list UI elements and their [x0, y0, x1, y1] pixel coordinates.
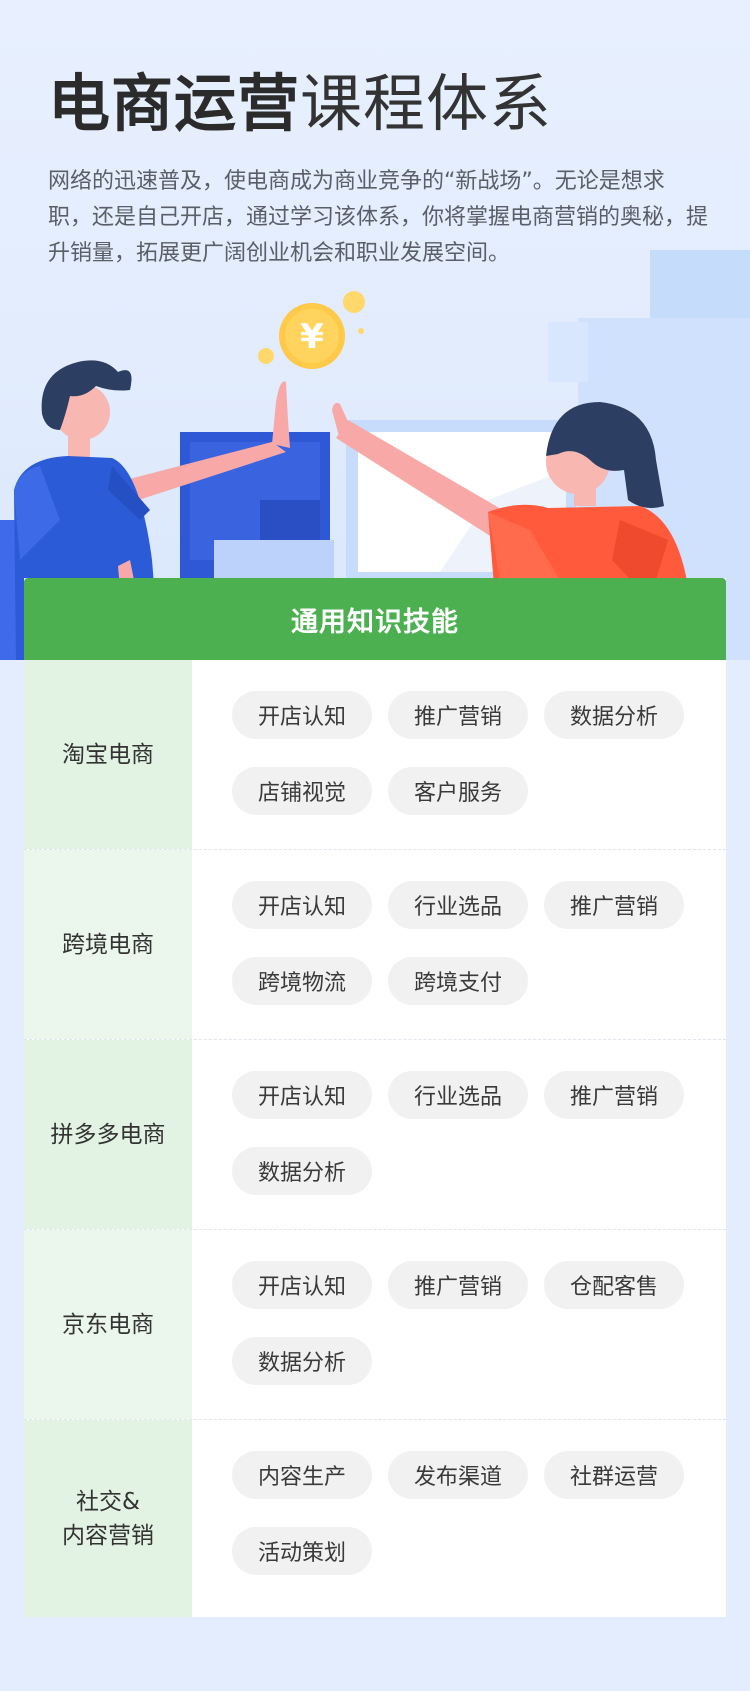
skill-tag[interactable]: 推广营销 [388, 691, 528, 739]
row-tags: 内容生产 发布渠道 社群运营 活动策划 [192, 1420, 726, 1617]
skill-tag[interactable]: 发布渠道 [388, 1451, 528, 1499]
skill-tag[interactable]: 数据分析 [232, 1147, 372, 1195]
card-header: 通用知识技能 [24, 578, 726, 660]
skill-tag[interactable]: 推广营销 [544, 881, 684, 929]
skill-tag[interactable]: 开店认知 [232, 691, 372, 739]
skill-tag[interactable]: 推广营销 [388, 1261, 528, 1309]
row-tags: 开店认知 行业选品 推广营销 数据分析 [192, 1040, 726, 1229]
row-label: 拼多多电商 [24, 1040, 192, 1229]
row-label: 跨境电商 [24, 850, 192, 1039]
skill-tag[interactable]: 数据分析 [232, 1337, 372, 1385]
skill-tag[interactable]: 跨境支付 [388, 957, 528, 1005]
course-row: 社交& 内容营销 内容生产 发布渠道 社群运营 活动策划 [24, 1420, 726, 1617]
curriculum-card: 通用知识技能 淘宝电商 开店认知 推广营销 数据分析 店铺视觉 客户服务 跨境电… [24, 578, 726, 1617]
course-row: 淘宝电商 开店认知 推广营销 数据分析 店铺视觉 客户服务 [24, 660, 726, 850]
page-title: 电商运营课程体系 [48, 66, 552, 142]
skill-tag[interactable]: 内容生产 [232, 1451, 372, 1499]
skill-tag[interactable]: 数据分析 [544, 691, 684, 739]
skill-tag[interactable]: 客户服务 [388, 767, 528, 815]
skill-tag[interactable]: 店铺视觉 [232, 767, 372, 815]
course-row: 跨境电商 开店认知 行业选品 推广营销 跨境物流 跨境支付 [24, 850, 726, 1040]
skill-tag[interactable]: 仓配客售 [544, 1261, 684, 1309]
course-row: 拼多多电商 开店认知 行业选品 推广营销 数据分析 [24, 1040, 726, 1230]
skill-tag[interactable]: 行业选品 [388, 1071, 528, 1119]
row-label: 社交& 内容营销 [24, 1420, 192, 1617]
skill-tag[interactable]: 开店认知 [232, 1071, 372, 1119]
coin-symbol: ¥ [300, 317, 324, 357]
skill-tag[interactable]: 开店认知 [232, 1261, 372, 1309]
skill-tag[interactable]: 社群运营 [544, 1451, 684, 1499]
row-tags: 开店认知 行业选品 推广营销 跨境物流 跨境支付 [192, 850, 726, 1039]
hero-banner: ¥ 电商运营课程体系 网络的迅速普及，使电商成为商业竞争的“新战场”。无论是想求… [0, 0, 750, 660]
course-row: 京东电商 开店认知 推广营销 仓配客售 数据分析 [24, 1230, 726, 1420]
skill-tag[interactable]: 活动策划 [232, 1527, 372, 1575]
skill-tag[interactable]: 推广营销 [544, 1071, 684, 1119]
page-title-light: 课程体系 [300, 67, 553, 140]
page-title-bold: 电商运营 [48, 67, 301, 140]
row-tags: 开店认知 推广营销 数据分析 店铺视觉 客户服务 [192, 660, 726, 849]
row-label: 淘宝电商 [24, 660, 192, 849]
skill-tag[interactable]: 开店认知 [232, 881, 372, 929]
intro-description: 网络的迅速普及，使电商成为商业竞争的“新战场”。无论是想求职，还是自己开店，通过… [48, 169, 709, 266]
row-tags: 开店认知 推广营销 仓配客售 数据分析 [192, 1230, 726, 1419]
skill-tag[interactable]: 跨境物流 [232, 957, 372, 1005]
yen-coin-icon: ¥ [279, 303, 345, 369]
skill-tag[interactable]: 行业选品 [388, 881, 528, 929]
page: ¥ 电商运营课程体系 网络的迅速普及，使电商成为商业竞争的“新战场”。无论是想求… [0, 0, 750, 1691]
row-label: 京东电商 [24, 1230, 192, 1419]
